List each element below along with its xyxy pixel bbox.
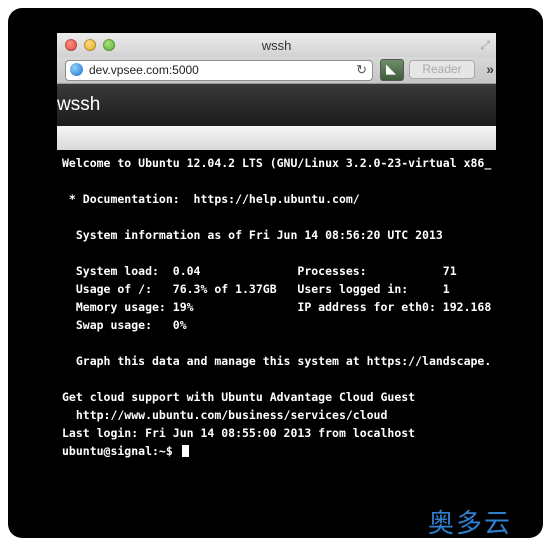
watermark-logo: 奥多云 [428, 509, 513, 539]
terminal-line: Usage of /: 76.3% of 1.37GB Users logged… [62, 282, 450, 296]
terminal-prompt-line[interactable]: ubuntu@signal:~$ [62, 442, 496, 460]
app-header: wssh [57, 84, 496, 126]
title-bar: wssh ⤢ [57, 33, 496, 57]
terminal-line: Graph this data and manage this system a… [62, 354, 492, 368]
app-brand: wssh [57, 94, 101, 115]
terminal-line: * Documentation: https://help.ubuntu.com… [62, 192, 360, 206]
terminal-line: System information as of Fri Jun 14 08:5… [62, 228, 443, 242]
terminal-line: Memory usage: 19% IP address for eth0: 1… [62, 300, 492, 314]
app-subheader [57, 126, 496, 150]
overflow-chevron-icon[interactable]: » [486, 61, 494, 77]
browser-toolbar: dev.vpsee.com:5000 ↻ ◣ Reader » [57, 57, 496, 84]
terminal-cursor [181, 445, 189, 457]
terminal-prompt: ubuntu@signal:~$ [62, 444, 180, 458]
terminal-line: System load: 0.04 Processes: 71 [62, 264, 457, 278]
window-title: wssh [261, 38, 292, 53]
fullscreen-icon[interactable]: ⤢ [480, 38, 490, 53]
terminal-lines: Welcome to Ubuntu 12.04.2 LTS (GNU/Linux… [62, 154, 496, 442]
address-bar[interactable]: dev.vpsee.com:5000 ↻ [65, 60, 373, 81]
terminal-line: Welcome to Ubuntu 12.04.2 LTS (GNU/Linux… [62, 156, 492, 170]
share-icon: ◣ [386, 61, 396, 76]
terminal-line: http://www.ubuntu.com/business/services/… [62, 408, 388, 422]
terminal-line: Last login: Fri Jun 14 08:55:00 2013 fro… [62, 426, 416, 440]
reader-button[interactable]: Reader [409, 60, 475, 79]
browser-window: wssh ⤢ dev.vpsee.com:5000 ↻ ◣ Reader » w… [57, 33, 496, 150]
address-text: dev.vpsee.com:5000 [89, 63, 199, 77]
globe-icon [70, 63, 83, 76]
share-button[interactable]: ◣ [380, 59, 404, 81]
terminal-line: Swap usage: 0% [62, 318, 187, 332]
reload-icon[interactable]: ↻ [356, 62, 367, 78]
terminal-line: Get cloud support with Ubuntu Advantage … [62, 390, 416, 404]
terminal-output[interactable]: Welcome to Ubuntu 12.04.2 LTS (GNU/Linux… [62, 154, 496, 464]
